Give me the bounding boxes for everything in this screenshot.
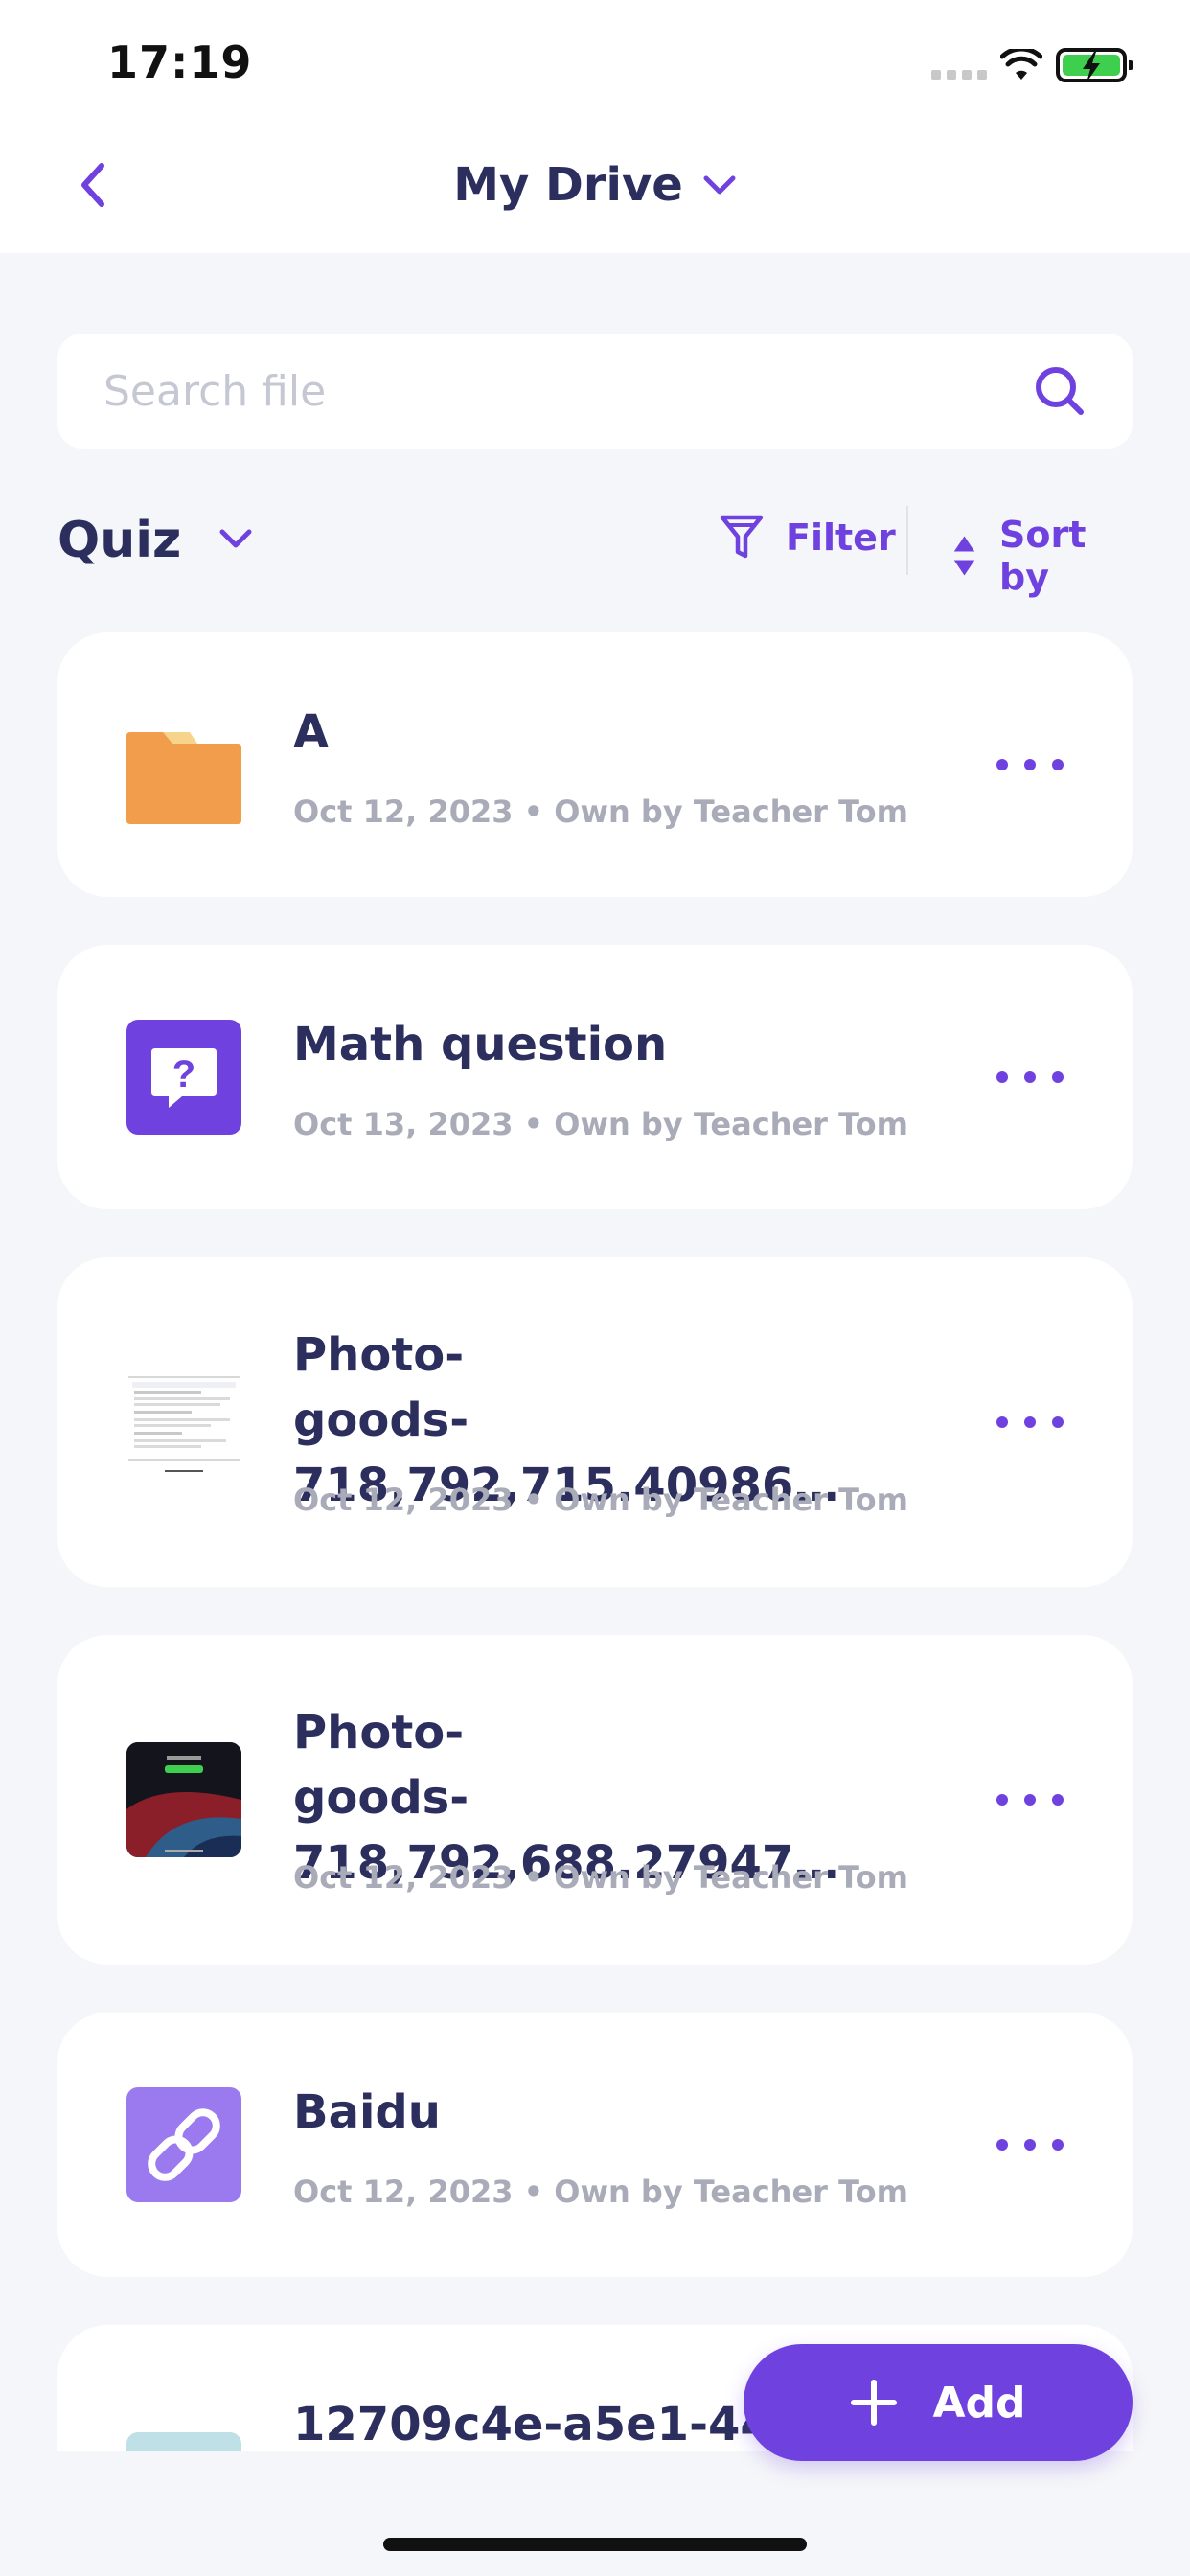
file-name: Baidu xyxy=(293,2085,441,2139)
wallpaper-thumbnail xyxy=(126,1742,241,1857)
section-title[interactable]: Quiz xyxy=(57,512,181,569)
status-icons xyxy=(931,46,1133,84)
file-date: Oct 13, 2023 xyxy=(293,1106,514,1142)
meta-separator: • xyxy=(523,1106,544,1142)
file-name-line-1: Photo- xyxy=(293,1706,465,1760)
link-icon xyxy=(126,2087,241,2202)
file-card-baidu[interactable]: Baidu Oct 12, 2023 • Own by Teacher Tom xyxy=(57,2012,1133,2277)
more-options-button[interactable] xyxy=(996,1776,1064,1824)
filter-label: Filter xyxy=(786,517,896,559)
file-name: Math question xyxy=(293,1018,668,1071)
home-indicator xyxy=(383,2538,807,2551)
file-meta: Oct 12, 2023 • Own by Teacher Tom xyxy=(293,1482,908,1518)
section-header: Quiz Filter Sort by xyxy=(57,506,1133,598)
section-chevron-down-icon[interactable] xyxy=(218,527,253,550)
folder-icon xyxy=(126,732,241,824)
image-thumbnail xyxy=(126,2432,241,2451)
file-name: A xyxy=(293,705,330,759)
add-button[interactable]: Add xyxy=(744,2344,1133,2461)
meta-separator: • xyxy=(523,794,544,830)
battery-icon xyxy=(1056,48,1133,82)
meta-separator: • xyxy=(523,1482,544,1518)
chevron-down-icon xyxy=(703,175,736,195)
file-date: Oct 12, 2023 xyxy=(293,794,514,830)
more-options-button[interactable] xyxy=(996,1398,1064,1446)
more-options-button[interactable] xyxy=(996,2121,1064,2169)
file-card-photo-goods-2[interactable]: Photo- goods-718,792,688.27947… Oct 12, … xyxy=(57,1635,1133,1965)
filter-button[interactable]: Filter xyxy=(719,514,896,562)
file-date: Oct 12, 2023 xyxy=(293,1482,514,1518)
divider xyxy=(906,506,908,575)
file-meta: Oct 13, 2023 • Own by Teacher Tom xyxy=(293,1106,908,1142)
navigation-bar: My Drive xyxy=(0,139,1190,235)
search-input[interactable] xyxy=(103,334,966,448)
file-list: A Oct 12, 2023 • Own by Teacher Tom ? Ma… xyxy=(57,632,1133,2451)
meta-separator: • xyxy=(523,1859,544,1896)
file-name-line-1: Photo- xyxy=(293,1328,465,1382)
top-bar: 17:19 My Drive xyxy=(0,0,1190,253)
file-owner: Own by Teacher Tom xyxy=(554,2174,908,2210)
question-icon: ? xyxy=(126,1020,241,1135)
file-card-math-question[interactable]: ? Math question Oct 13, 2023 • Own by Te… xyxy=(57,945,1133,1209)
file-card-a[interactable]: A Oct 12, 2023 • Own by Teacher Tom xyxy=(57,632,1133,897)
wifi-icon xyxy=(1000,49,1042,80)
document-thumbnail xyxy=(126,1365,241,1480)
file-meta: Oct 12, 2023 • Own by Teacher Tom xyxy=(293,2174,908,2210)
file-owner: Own by Teacher Tom xyxy=(554,1482,908,1518)
status-time: 17:19 xyxy=(107,36,253,88)
screen: 17:19 My Drive Search file Quiz Filter S… xyxy=(0,0,1190,2576)
sort-icon xyxy=(953,536,975,576)
drive-selector[interactable]: My Drive xyxy=(0,158,1190,212)
search-icon[interactable] xyxy=(1033,364,1087,418)
meta-separator: • xyxy=(523,2174,544,2210)
file-meta: Oct 12, 2023 • Own by Teacher Tom xyxy=(293,1859,908,1896)
file-date: Oct 12, 2023 xyxy=(293,2174,514,2210)
file-owner: Own by Teacher Tom xyxy=(554,794,908,830)
add-label: Add xyxy=(932,2378,1026,2427)
sort-button[interactable]: Sort by xyxy=(952,514,1133,598)
page-title: My Drive xyxy=(453,158,683,212)
file-date: Oct 12, 2023 xyxy=(293,1859,514,1896)
file-card-photo-goods-1[interactable]: Photo- goods-718,792,715.40986… Oct 12, … xyxy=(57,1257,1133,1587)
sort-label: Sort by xyxy=(999,514,1087,598)
filter-icon xyxy=(720,515,764,559)
more-options-button[interactable] xyxy=(996,741,1064,789)
svg-text:?: ? xyxy=(172,1053,195,1095)
more-options-button[interactable] xyxy=(996,1053,1064,1101)
search-bar xyxy=(57,334,1133,448)
file-owner: Own by Teacher Tom xyxy=(554,1859,908,1896)
cellular-signal-icon xyxy=(931,51,987,80)
plus-icon xyxy=(851,2380,898,2426)
file-owner: Own by Teacher Tom xyxy=(554,1106,908,1142)
file-meta: Oct 12, 2023 • Own by Teacher Tom xyxy=(293,794,908,830)
